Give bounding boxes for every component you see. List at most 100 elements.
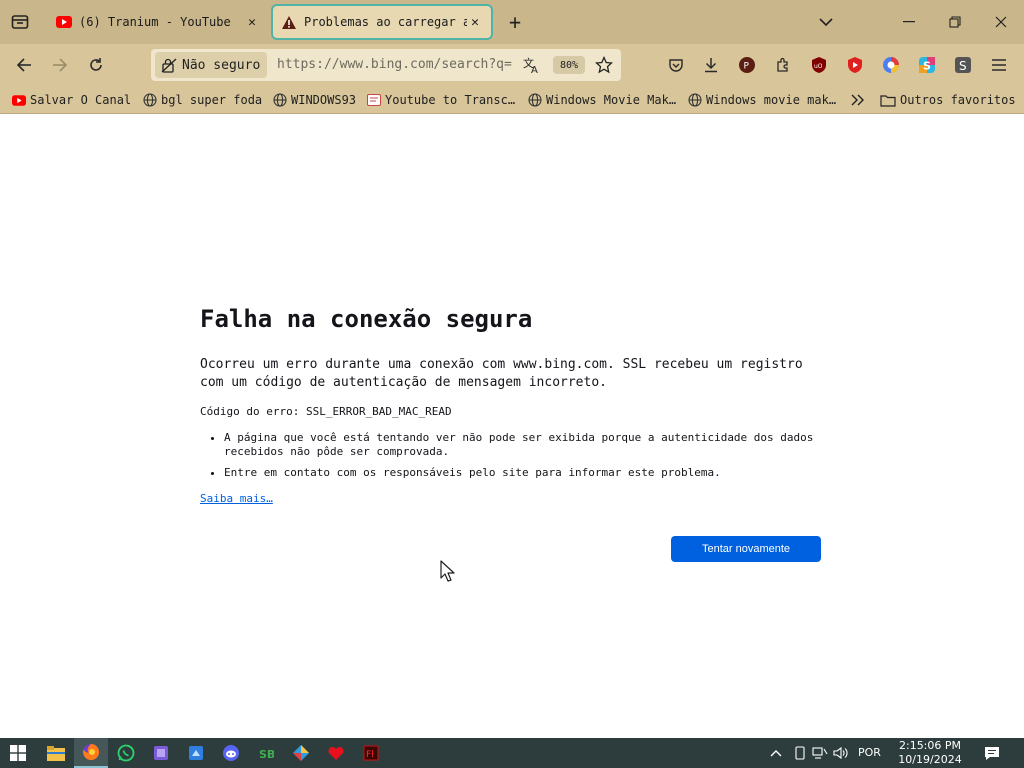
youtube-extension-button[interactable] [841, 51, 869, 79]
bookmark-bgl-super-foda[interactable]: bgl super foda [143, 91, 262, 109]
tab-overview-button[interactable] [6, 8, 34, 36]
input-language-indicator[interactable]: POR [858, 746, 881, 759]
svg-text:Fl: Fl [366, 750, 374, 760]
minimize-button[interactable] [895, 8, 923, 36]
globe-icon [143, 93, 157, 107]
error-description: Ocorreu um erro durante uma conexão com … [200, 357, 803, 390]
download-icon [705, 58, 717, 73]
security-label: Não seguro [182, 57, 261, 73]
new-tab-button[interactable]: + [501, 8, 529, 36]
bookmark-label: Windows Movie Mak… [546, 93, 677, 107]
bookmark-salvar-o-canal[interactable]: Salvar O Canal [12, 91, 131, 109]
taskbar-flash[interactable]: Fl [354, 738, 388, 768]
mouse-cursor-icon [439, 560, 457, 588]
multicolor-app-icon [293, 745, 309, 761]
stylus-s-icon: S [955, 57, 971, 73]
taskbar-discord[interactable] [214, 738, 248, 768]
url-text[interactable]: https://www.bing.com/search?q= [277, 57, 517, 72]
taskbar-app-purple[interactable] [144, 738, 178, 768]
show-hidden-icons-button[interactable] [761, 738, 791, 768]
start-button[interactable] [1, 738, 35, 768]
minimize-icon [903, 21, 915, 23]
arrow-left-icon [16, 58, 31, 72]
bookmark-star-icon[interactable] [594, 55, 614, 78]
reload-icon [90, 58, 102, 71]
svg-text:S: S [959, 59, 967, 73]
bookmark-windows93[interactable]: WINDOWS93 [273, 91, 356, 109]
ublock-button[interactable]: uO [805, 51, 833, 79]
list-tabs-button[interactable] [812, 8, 840, 36]
close-tab-icon[interactable]: ✕ [244, 15, 260, 30]
bookmark-label: Windows movie mak… [706, 93, 837, 107]
maximize-button[interactable] [941, 8, 969, 36]
list-item: A página que você está tentando ver não … [224, 431, 830, 459]
close-window-button[interactable] [987, 8, 1015, 36]
translate-icon[interactable]: 文A [523, 56, 541, 78]
back-button[interactable] [10, 51, 38, 79]
color-wheel-icon [883, 57, 899, 73]
bookmarks-overflow-button[interactable] [851, 91, 869, 109]
taskbar-firefox[interactable] [74, 738, 108, 768]
tab-error-page[interactable]: Problemas ao carregar a ✕ [271, 4, 493, 40]
extensions-button[interactable] [769, 51, 797, 79]
tab-title: Problemas ao carregar a [304, 15, 467, 29]
page-icon [367, 93, 381, 107]
clock-date[interactable]: 10/19/2024 [890, 753, 970, 766]
volume-icon[interactable] [830, 738, 852, 768]
windows-logo-icon [10, 745, 26, 761]
s-extension-button[interactable]: S [913, 51, 941, 79]
menu-button[interactable] [985, 51, 1013, 79]
svg-text:A: A [531, 65, 538, 74]
bookmark-windows-movie-maker-1[interactable]: Windows Movie Mak… [528, 91, 676, 109]
close-tab-icon[interactable]: ✕ [467, 15, 483, 30]
chevron-up-icon [770, 750, 782, 757]
clock-time[interactable]: 2:15:06 PM [890, 739, 970, 752]
double-chevron-right-icon [851, 93, 865, 107]
forward-button[interactable] [46, 51, 74, 79]
insecure-lock-icon [161, 57, 177, 73]
bookmark-label: bgl super foda [161, 93, 263, 107]
downloads-button[interactable] [697, 51, 725, 79]
notification-center-icon [985, 746, 999, 760]
navigation-toolbar: Não seguro https://www.bing.com/search?q… [0, 44, 1024, 86]
taskbar-app-green[interactable]: SB [249, 738, 283, 768]
reload-button[interactable] [82, 51, 110, 79]
svg-text:uO: uO [814, 63, 823, 70]
site-security-button[interactable]: Não seguro [155, 52, 267, 78]
try-again-button[interactable]: Tentar novamente [671, 536, 821, 562]
color-extension-button[interactable] [877, 51, 905, 79]
error-title: Falha na conexão segura [200, 305, 533, 333]
tab-youtube[interactable]: (6) Tranium - YouTube ✕ [48, 4, 268, 40]
learn-more-link[interactable]: Saiba mais… [200, 492, 273, 505]
green-app-icon: SB [259, 748, 274, 761]
taskbar-app-multicolor[interactable] [284, 738, 318, 768]
tray-device-icon[interactable] [789, 738, 811, 768]
notifications-button[interactable] [975, 738, 1009, 768]
flash-icon: Fl [363, 745, 379, 761]
bookmark-windows-movie-maker-2[interactable]: Windows movie mak… [688, 91, 836, 109]
firefox-icon [83, 743, 100, 760]
pocket-button[interactable] [662, 51, 690, 79]
close-icon [995, 16, 1007, 28]
puzzle-icon [777, 57, 788, 72]
taskbar-whatsapp[interactable] [109, 738, 143, 768]
network-icon[interactable] [809, 738, 831, 768]
taskbar-file-explorer[interactable] [39, 738, 73, 768]
stylus-extension-button[interactable]: S [949, 51, 977, 79]
chevron-down-icon [819, 17, 833, 26]
account-button[interactable]: P [733, 51, 761, 79]
svg-text:P: P [744, 62, 750, 72]
taskbar-app-blue[interactable] [179, 738, 213, 768]
bookmark-youtube-to-transcript[interactable]: Youtube to Transc… [367, 91, 515, 109]
address-bar[interactable]: Não seguro https://www.bing.com/search?q… [151, 49, 621, 81]
arrow-right-icon [53, 58, 68, 72]
tab-title: (6) Tranium - YouTube [79, 15, 231, 29]
restore-icon [949, 16, 961, 28]
zoom-indicator[interactable]: 80% [553, 56, 585, 74]
red-shield-play-icon [848, 57, 862, 73]
tab-strip: (6) Tranium - YouTube ✕ Problemas ao car… [0, 0, 1024, 44]
bookmarks-toolbar: Salvar O Canal bgl super foda WINDOWS93 … [0, 86, 1024, 114]
bookmark-other-favorites[interactable]: Outros favoritos [880, 91, 1016, 109]
list-item: Entre em contato com os responsáveis pel… [224, 466, 830, 480]
taskbar-app-heart[interactable] [319, 738, 353, 768]
